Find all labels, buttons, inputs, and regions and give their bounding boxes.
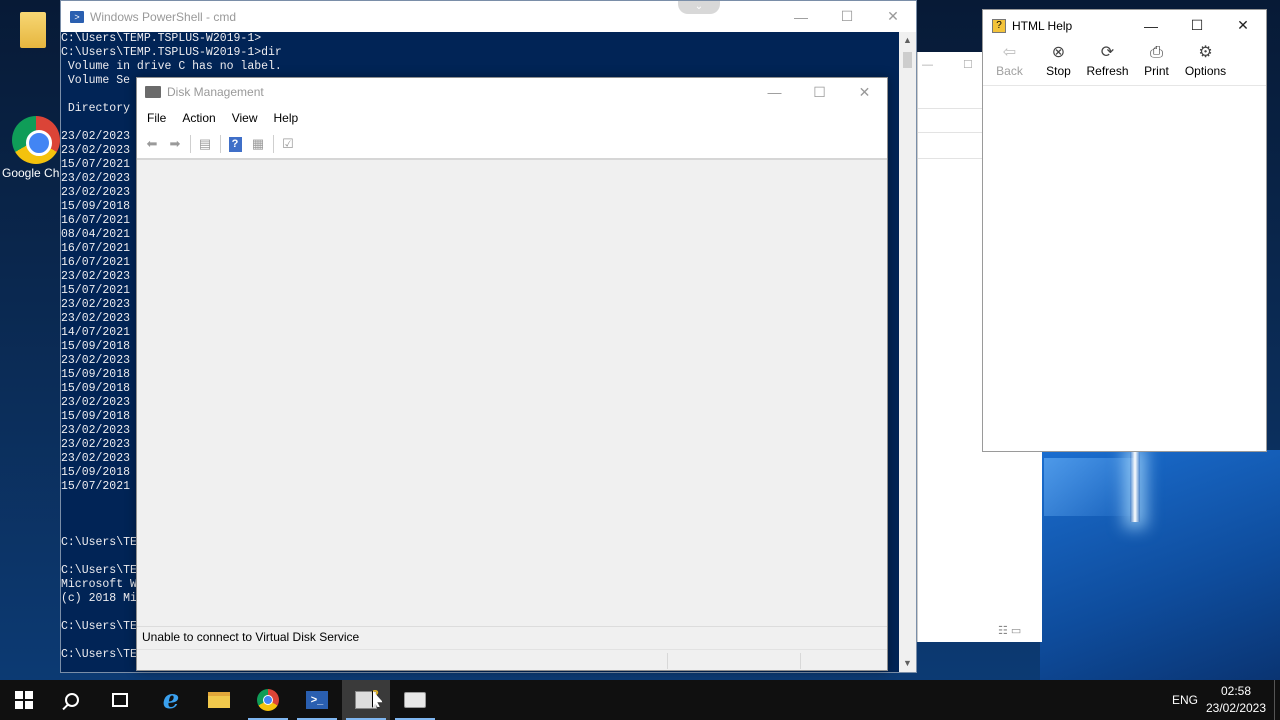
taskbar-google-chrome[interactable] [244, 680, 292, 720]
toolbar-separator [220, 135, 221, 153]
options-icon: ⚙ [1198, 44, 1213, 61]
console-line: C:\Users\TEMP.TSPLUS-W2019-1>dir [61, 46, 282, 59]
disk-management-icon [404, 692, 426, 708]
system-clock[interactable]: 02:58 23/02/2023 [1204, 683, 1268, 717]
toolbar-separator [190, 135, 191, 153]
disk-management-icon [145, 86, 161, 98]
menu-bar: File Action View Help [137, 106, 887, 130]
file-explorer-icon [208, 692, 230, 708]
start-button[interactable] [0, 680, 48, 720]
task-view-button[interactable] [96, 680, 144, 720]
toolbar: ⬅ ➡ ▤ ? ▦ ☑ [137, 130, 887, 160]
scroll-down-arrow-icon[interactable]: ▼ [899, 655, 916, 672]
show-desktop-button[interactable] [1274, 680, 1275, 720]
minimize-button[interactable]: — [778, 1, 824, 32]
show-hide-console-tree-icon[interactable]: ▤ [194, 134, 216, 154]
help-toolbar: ⇦ Back ⊗ Stop ⟳ Refresh ⎙ Print ⚙ Option… [983, 42, 1266, 86]
maximize-button[interactable]: ☐ [797, 78, 842, 106]
search-button[interactable] [48, 680, 96, 720]
chevron-down-icon[interactable]: ⌄ [678, 1, 720, 14]
menu-action[interactable]: Action [174, 106, 223, 130]
settings-list-icon[interactable]: ☑ [277, 134, 299, 154]
back-button[interactable]: ⇦ Back [985, 42, 1034, 85]
input-language[interactable]: ENG [1172, 680, 1198, 720]
status-divider [800, 653, 801, 669]
help-icon[interactable]: ? [224, 134, 246, 154]
options-button[interactable]: ⚙ Options [1181, 42, 1230, 85]
print-label: Print [1144, 64, 1169, 78]
vertical-scrollbar[interactable]: ▲ ▼ [899, 32, 916, 672]
view-mode-icons[interactable]: ☷ ▭ [998, 624, 1021, 637]
back-arrow-icon: ⇦ [1002, 44, 1017, 61]
scroll-up-arrow-icon[interactable]: ▲ [899, 32, 916, 49]
menu-help[interactable]: Help [266, 106, 307, 130]
close-button[interactable]: ✕ [842, 78, 887, 106]
taskbar-file-explorer[interactable] [195, 680, 243, 720]
stop-label: Stop [1046, 64, 1071, 78]
chrome-icon [257, 689, 279, 711]
print-button[interactable]: ⎙ Print [1132, 42, 1181, 85]
clock-time: 02:58 [1220, 684, 1252, 698]
windows-logo-icon [15, 691, 33, 709]
status-bar: Unable to connect to Virtual Disk Servic… [137, 626, 887, 648]
taskbar-html-help[interactable] [342, 680, 390, 720]
taskbar-internet-explorer[interactable]: e [147, 680, 195, 720]
clock-date: 23/02/2023 [1205, 701, 1267, 715]
properties-icon[interactable]: ▦ [247, 134, 269, 154]
desktop-folder-icon[interactable] [20, 12, 46, 48]
disk-management-title: Disk Management [167, 85, 264, 99]
taskbar-powershell[interactable]: >_ [293, 680, 341, 720]
divider [918, 132, 983, 133]
stop-icon: ⊗ [1051, 44, 1066, 61]
search-icon [65, 693, 79, 707]
powershell-title: Windows PowerShell - cmd [90, 9, 237, 24]
desktop: Google Ch > Windows PowerShell - cmd ⌄ —… [0, 0, 1280, 680]
back-label: Back [996, 64, 1023, 78]
task-view-icon [112, 693, 128, 707]
status-divider [667, 653, 668, 669]
taskbar-disk-management[interactable] [391, 680, 439, 720]
disk-management-content [137, 162, 887, 620]
status-bar-secondary [137, 649, 887, 670]
options-label: Options [1184, 64, 1227, 78]
help-icon: ? [992, 19, 1006, 33]
powershell-icon: >_ [306, 691, 328, 709]
html-help-window[interactable]: ? HTML Help — ☐ ✕ ⇦ Back ⊗ Stop ⟳ Refres… [982, 9, 1267, 452]
html-help-title: HTML Help [1012, 19, 1073, 33]
disk-management-titlebar[interactable]: Disk Management — ☐ ✕ [137, 78, 887, 106]
internet-explorer-icon: e [162, 685, 180, 715]
desktop-chrome-icon[interactable] [12, 116, 60, 164]
minimize-button[interactable]: — [1128, 10, 1174, 41]
refresh-label: Refresh [1086, 64, 1129, 78]
refresh-button[interactable]: ⟳ Refresh [1083, 42, 1132, 85]
disk-management-window[interactable]: Disk Management — ☐ ✕ File Action View H… [136, 77, 888, 671]
menu-view[interactable]: View [224, 106, 266, 130]
wallpaper-light-beam [1130, 452, 1140, 522]
console-line: C:\Users\TEMP.TSPLUS-W2019-1> [61, 32, 262, 45]
forward-arrow-icon[interactable]: ➡ [164, 134, 186, 154]
refresh-icon: ⟳ [1100, 44, 1115, 61]
html-help-titlebar[interactable]: ? HTML Help — ☐ ✕ [983, 10, 1266, 42]
maximize-button[interactable]: ☐ [824, 1, 870, 32]
maximize-button[interactable]: ☐ [1174, 10, 1220, 41]
print-icon: ⎙ [1150, 44, 1163, 61]
divider [918, 158, 983, 159]
taskbar: e >_ ENG 02:58 23/02/2023 [0, 680, 1280, 720]
minimize-button[interactable]: — [752, 78, 797, 106]
scrollbar-thumb[interactable] [903, 52, 912, 68]
stop-button[interactable]: ⊗ Stop [1034, 42, 1083, 85]
powershell-icon: > [70, 10, 84, 23]
back-arrow-icon[interactable]: ⬅ [141, 134, 163, 154]
wallpaper-logo-pane [1044, 458, 1134, 516]
toolbar-separator [273, 135, 274, 153]
menu-file[interactable]: File [139, 106, 174, 130]
close-button[interactable]: ✕ [870, 1, 916, 32]
console-line: Volume in drive C has no label. [61, 60, 282, 73]
close-button[interactable]: ✕ [1220, 10, 1266, 41]
divider [918, 108, 983, 109]
powershell-titlebar[interactable]: > Windows PowerShell - cmd ⌄ — ☐ ✕ [61, 1, 916, 32]
